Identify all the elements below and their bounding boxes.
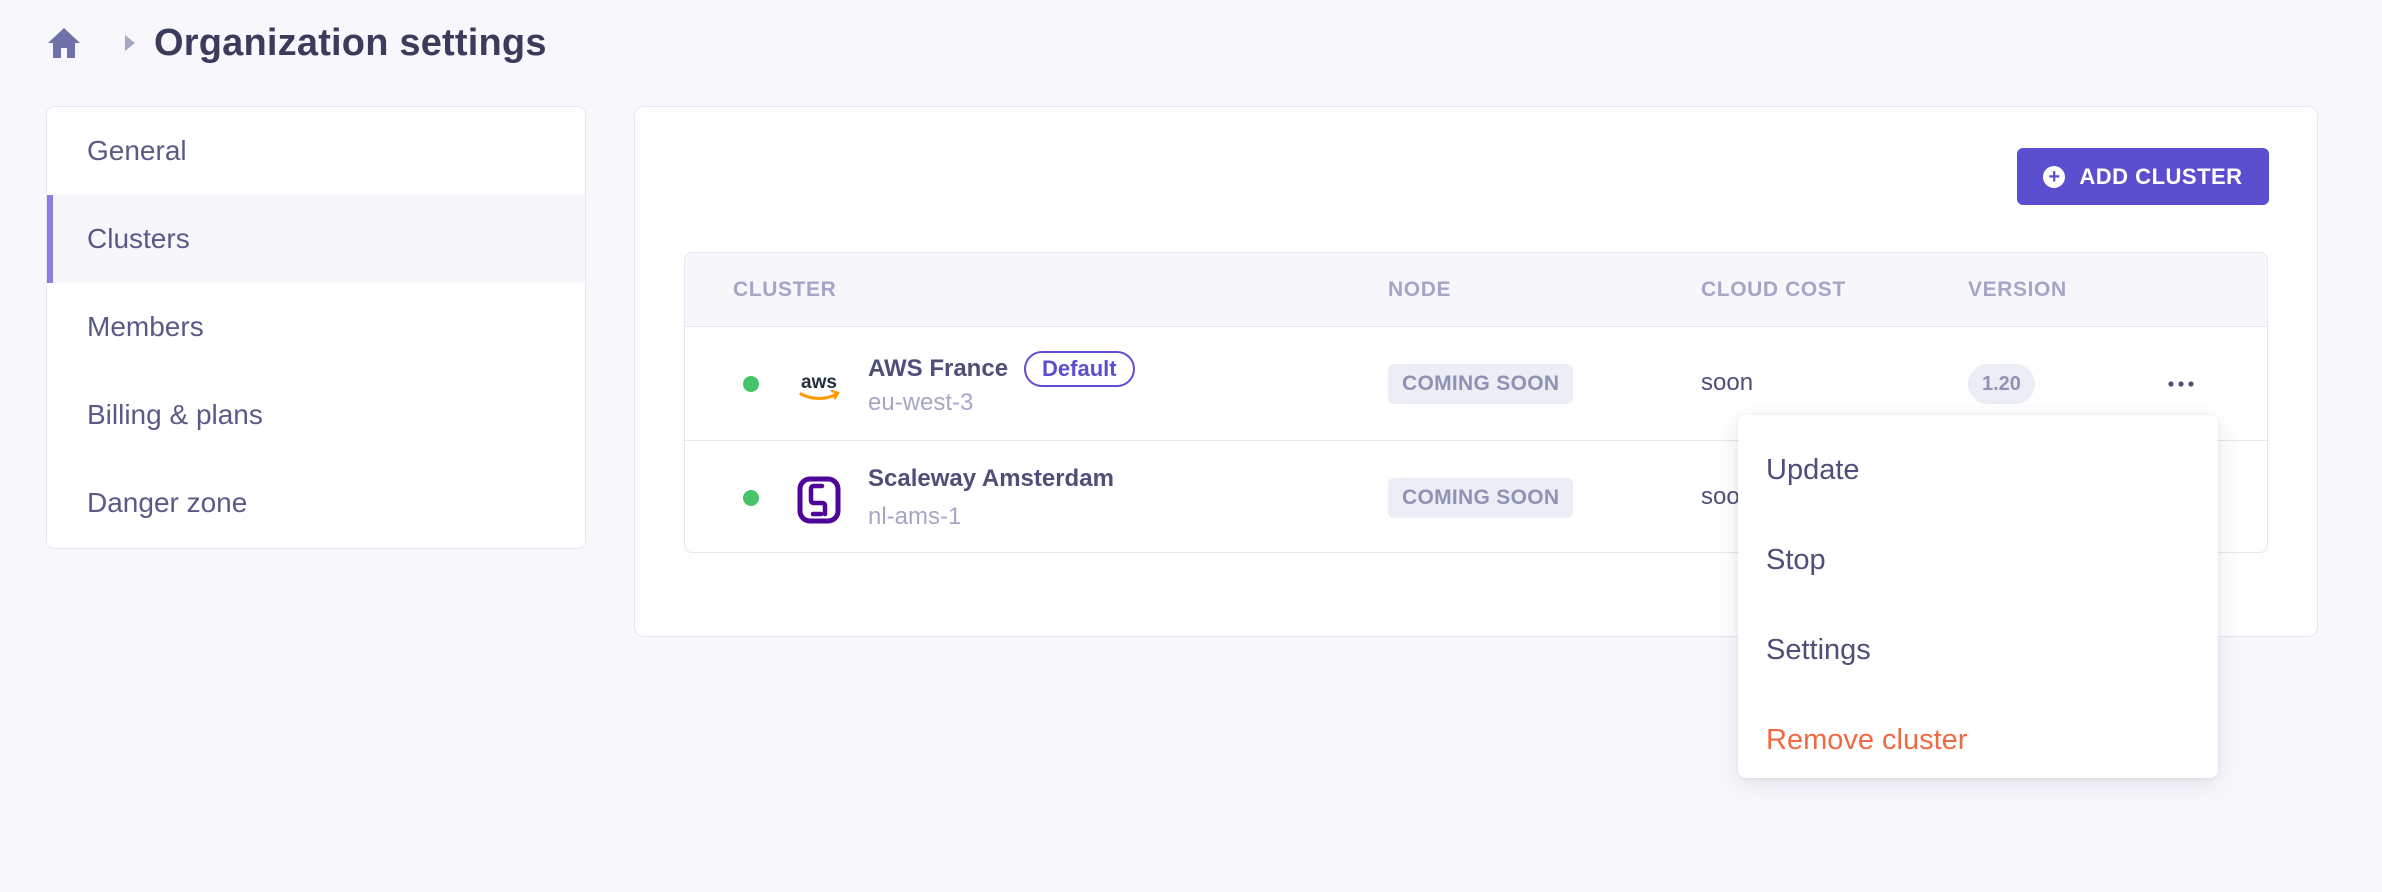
status-dot-icon bbox=[743, 376, 759, 392]
column-header-version: VERSION bbox=[1968, 278, 2067, 301]
column-header-node: NODE bbox=[1388, 278, 1452, 301]
menu-item-update[interactable]: Update bbox=[1738, 425, 2218, 515]
cloud-cost: soon bbox=[1701, 369, 1754, 396]
node-badge: COMING SOON bbox=[1388, 478, 1574, 518]
table-header: CLUSTER NODE CLOUD COST VERSION bbox=[685, 253, 2267, 327]
menu-item-remove-cluster[interactable]: Remove cluster bbox=[1738, 695, 2218, 785]
add-cluster-label: ADD CLUSTER bbox=[2079, 163, 2243, 189]
column-header-cluster: CLUSTER bbox=[733, 278, 837, 301]
sidebar-item-clusters[interactable]: Clusters bbox=[47, 195, 585, 283]
menu-item-settings[interactable]: Settings bbox=[1738, 605, 2218, 695]
version-badge: 1.20 bbox=[1968, 364, 2035, 404]
sidebar-item-label: Billing & plans bbox=[87, 399, 263, 430]
sidebar-item-members[interactable]: Members bbox=[47, 283, 585, 371]
add-cluster-button[interactable]: + ADD CLUSTER bbox=[2017, 148, 2269, 205]
column-header-cloud-cost: CLOUD COST bbox=[1701, 278, 1846, 301]
page-title: Organization settings bbox=[154, 21, 547, 64]
cluster-name: Scaleway Amsterdam bbox=[868, 465, 1114, 493]
status-dot-icon bbox=[743, 490, 759, 506]
sidebar-item-label: Danger zone bbox=[87, 487, 248, 518]
node-badge: COMING SOON bbox=[1388, 364, 1574, 404]
aws-logo-icon: aws bbox=[795, 362, 843, 410]
scaleway-logo-icon bbox=[795, 476, 843, 524]
chevron-right-icon bbox=[118, 23, 142, 63]
cluster-name: AWS France Default bbox=[868, 351, 1135, 387]
sidebar-item-label: Members bbox=[87, 311, 204, 342]
more-options-icon[interactable] bbox=[2161, 369, 2201, 399]
sidebar-item-label: General bbox=[87, 135, 187, 166]
sidebar-item-label: Clusters bbox=[87, 223, 190, 254]
cluster-region: nl-ams-1 bbox=[868, 503, 962, 530]
cluster-name-text: Scaleway Amsterdam bbox=[868, 465, 1114, 492]
sidebar-item-danger-zone[interactable]: Danger zone bbox=[47, 459, 585, 547]
home-icon[interactable] bbox=[44, 23, 84, 63]
sidebar-item-general[interactable]: General bbox=[47, 107, 585, 195]
menu-item-stop[interactable]: Stop bbox=[1738, 515, 2218, 605]
sidebar-item-billing[interactable]: Billing & plans bbox=[47, 371, 585, 459]
cluster-region: eu-west-3 bbox=[868, 389, 974, 416]
plus-circle-icon: + bbox=[2043, 165, 2066, 188]
page-header: Organization settings bbox=[44, 18, 547, 68]
settings-sidebar: General Clusters Members Billing & plans… bbox=[46, 106, 586, 549]
cluster-name-text: AWS France bbox=[868, 355, 1009, 382]
default-badge: Default bbox=[1024, 351, 1135, 387]
cluster-actions-menu: Update Stop Settings Remove cluster bbox=[1738, 415, 2218, 778]
